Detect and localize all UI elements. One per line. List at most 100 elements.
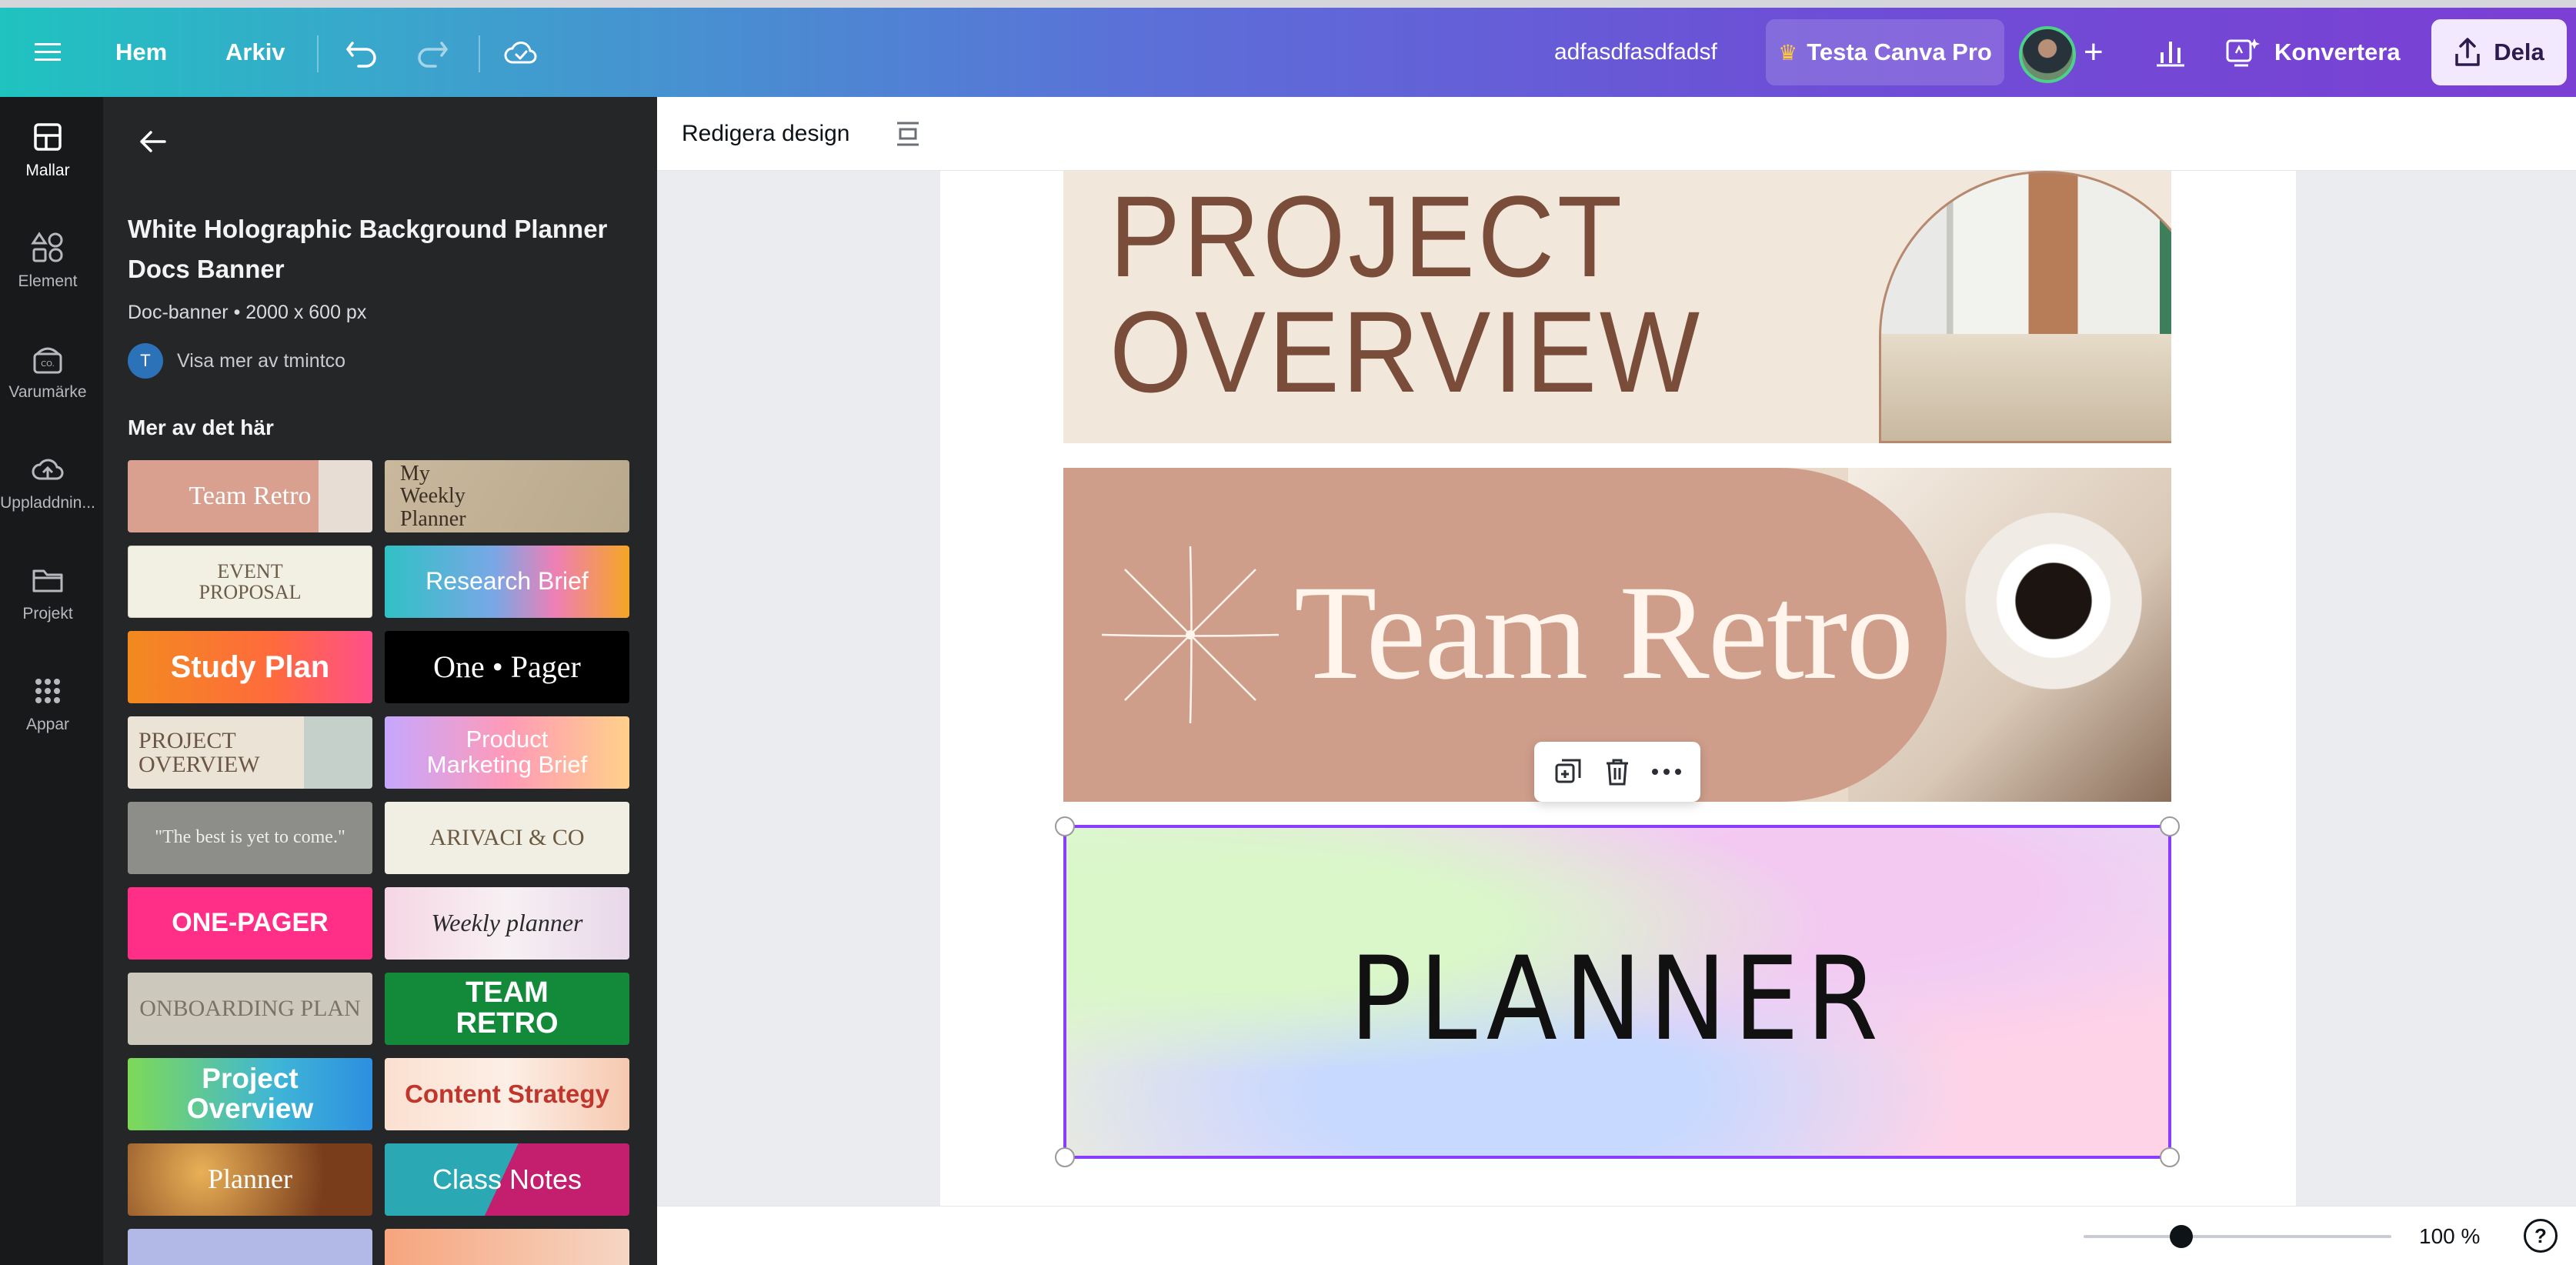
templates-icon (34, 123, 62, 151)
selection-box[interactable] (1055, 816, 2180, 1167)
help-button[interactable]: ? (2524, 1219, 2558, 1253)
try-pro-button[interactable]: ♛ Testa Canva Pro (1766, 19, 2004, 85)
banner-heading: Team Retro (1294, 558, 1914, 708)
zoom-slider[interactable] (2084, 1235, 2391, 1238)
rail-label: Projekt (22, 605, 73, 622)
rail-item-uploads[interactable]: Uppladdnin... (0, 452, 95, 512)
template-thumbnail[interactable]: EVENT PROPOSAL (128, 546, 372, 618)
template-meta: Doc-banner • 2000 x 600 px (128, 302, 367, 323)
arrow-left-icon (140, 131, 166, 152)
template-thumbnail[interactable]: "The best is yet to come." (128, 802, 372, 874)
template-thumbnail[interactable]: ONE-PAGER (128, 887, 372, 960)
element-toolbar (1534, 742, 1700, 802)
duplicate-icon (1555, 759, 1581, 783)
author-link[interactable]: T Visa mer av tmintco (128, 343, 345, 379)
canvas-area: PROJECT OVERVIEW Team Retro PLANNER (657, 171, 2576, 1206)
template-thumbnail[interactable] (385, 1229, 629, 1265)
rail-item-apps[interactable]: Appar (0, 674, 95, 734)
banner-project-overview[interactable]: PROJECT OVERVIEW (1063, 171, 2171, 443)
zoom-level[interactable]: 100 % (2419, 1207, 2480, 1265)
left-rail: Mallar Element CO. Varumärke Uppladdnin.… (0, 97, 103, 1265)
duplicate-button[interactable] (1548, 752, 1588, 792)
template-thumbnail[interactable]: PROJECT OVERVIEW (128, 716, 372, 789)
position-icon[interactable] (893, 118, 923, 149)
template-title: White Holographic Background Planner Doc… (128, 215, 608, 283)
more-options-button[interactable] (1647, 752, 1687, 792)
resize-handle[interactable] (1055, 816, 1075, 836)
redo-button[interactable] (415, 8, 449, 97)
template-thumbnail[interactable]: Team Retro (128, 460, 372, 532)
menu-button[interactable] (28, 8, 68, 97)
rail-label: Varumärke (8, 383, 87, 401)
author-link-label: Visa mer av tmintco (177, 349, 346, 372)
avatar[interactable] (2019, 26, 2076, 83)
section-heading: Mer av det här (128, 416, 274, 439)
banner-heading: PROJECT OVERVIEW (1109, 172, 1703, 416)
crown-icon: ♛ (1778, 40, 1798, 65)
author-avatar: T (128, 343, 163, 379)
rail-label: Uppladdnin... (0, 494, 95, 512)
trash-icon (1607, 759, 1628, 786)
folder-icon (32, 569, 63, 592)
rail-item-elements[interactable]: Element (0, 231, 95, 291)
add-collaborator-button[interactable]: + (2084, 8, 2104, 97)
status-bar: 100 % ? (657, 1206, 2576, 1265)
template-thumbnail[interactable]: Class Notes (385, 1143, 629, 1216)
convert-button[interactable]: Konvertera (2225, 8, 2401, 97)
template-thumbnail[interactable]: TEAM RETRO (385, 973, 629, 1045)
svg-text:CO.: CO. (41, 360, 55, 369)
browser-strip (0, 0, 2576, 8)
template-thumbnail[interactable]: Study Plan (128, 631, 372, 703)
template-thumbnail[interactable]: Planner (128, 1143, 372, 1216)
undo-button[interactable] (345, 8, 379, 97)
template-thumbnail[interactable]: ONBOARDING PLAN (128, 973, 372, 1045)
rail-label: Appar (25, 716, 70, 733)
document-title[interactable]: adfasdfasdfadsf (1554, 8, 1717, 97)
divider (479, 35, 480, 72)
template-grid: Team Retro My Weekly Planner EVENT PROPO… (128, 460, 632, 1265)
share-button[interactable]: Dela (2431, 19, 2567, 85)
cloud-sync-icon (504, 42, 537, 64)
elements-icon (31, 232, 63, 262)
zoom-slider-knob[interactable] (2170, 1225, 2193, 1248)
try-pro-label: Testa Canva Pro (1807, 38, 1992, 65)
cloud-sync-button[interactable] (503, 8, 539, 97)
rail-item-templates[interactable]: Mallar (0, 120, 95, 180)
template-thumbnail[interactable]: ARIVACI & CO (385, 802, 629, 874)
resize-handle[interactable] (1055, 1147, 1075, 1167)
template-thumbnail[interactable]: Product Marketing Brief (385, 716, 629, 789)
template-panel: White Holographic Background Planner Doc… (103, 97, 657, 1265)
share-label: Dela (2494, 38, 2544, 65)
rail-label: Mallar (25, 162, 70, 179)
back-button[interactable] (129, 118, 175, 165)
insights-button[interactable] (2154, 8, 2187, 97)
redo-icon (418, 42, 448, 68)
template-thumbnail[interactable]: One • Pager (385, 631, 629, 703)
undo-icon (346, 42, 376, 68)
template-thumbnail[interactable]: Research Brief (385, 546, 629, 618)
convert-label: Konvertera (2274, 38, 2401, 65)
file-menu-button[interactable]: Arkiv (225, 8, 285, 97)
stats-icon (2157, 42, 2184, 67)
upload-icon (32, 459, 64, 480)
apps-icon (35, 679, 60, 703)
office-photo (1879, 171, 2171, 443)
home-button[interactable]: Hem (115, 8, 167, 97)
template-thumbnail[interactable]: Project Overview (128, 1058, 372, 1130)
rail-item-brand[interactable]: CO. Varumärke (0, 342, 95, 402)
resize-handle[interactable] (2160, 1147, 2180, 1167)
plus-icon: + (2084, 33, 2104, 71)
edit-design-button[interactable]: Redigera design (682, 97, 849, 171)
template-thumbnail[interactable] (128, 1229, 372, 1265)
resize-handle[interactable] (2160, 816, 2180, 836)
sparkle-icon (1101, 546, 1280, 724)
delete-button[interactable] (1597, 752, 1637, 792)
upload-share-icon (2455, 38, 2480, 66)
more-horizontal-icon (1652, 769, 1681, 775)
rail-item-projects[interactable]: Projekt (0, 563, 95, 623)
template-thumbnail[interactable]: Content Strategy (385, 1058, 629, 1130)
editor-toolbar: Redigera design (657, 97, 2576, 171)
template-thumbnail[interactable]: My Weekly Planner (385, 460, 629, 532)
template-thumbnail[interactable]: Weekly planner (385, 887, 629, 960)
coffee-cup-image (1965, 512, 2142, 689)
